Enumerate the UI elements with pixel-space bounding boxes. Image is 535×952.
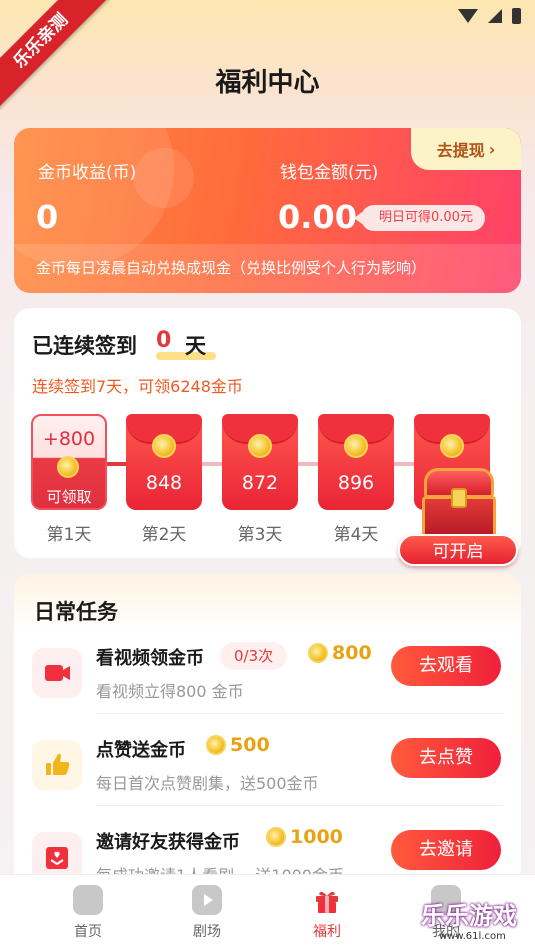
lock-icon: [451, 488, 467, 508]
nav-welfare[interactable]: 福利: [287, 885, 367, 941]
reward-value: 500: [230, 734, 270, 756]
task-name: 邀请好友获得金币: [96, 832, 240, 853]
tomorrow-badge: 明日可得0.00元: [354, 205, 485, 231]
signal-icon: [488, 9, 502, 23]
task-reward: 1000: [266, 826, 343, 848]
coin-icon: [266, 827, 286, 847]
claim-label: 可领取: [46, 488, 92, 506]
like-button[interactable]: 去点赞: [391, 738, 501, 778]
play-icon: [192, 885, 222, 915]
coin-income-value: 0: [36, 198, 59, 236]
battery-icon: [512, 8, 521, 24]
video-icon: [32, 648, 82, 698]
task-row: 点赞送金币 500 每日首次点赞剧集，送500金币 去点赞: [14, 714, 521, 806]
envelope-value: 872: [241, 472, 279, 494]
invite-button[interactable]: 去邀请: [391, 830, 501, 870]
coin-card: 去提现 › 金币收益(币) 0 钱包金额(元) 0.00 明日可得0.00元 金…: [14, 128, 521, 293]
task-desc: 每日首次点赞剧集，送500金币: [96, 774, 319, 793]
watermark-url: www.61l.com: [439, 931, 506, 942]
task-reward: 800: [308, 642, 372, 664]
coin-icon: [344, 434, 368, 458]
nav-home[interactable]: 首页: [48, 885, 128, 941]
watch-button[interactable]: 去观看: [391, 646, 501, 686]
envelope-day-2[interactable]: 848: [126, 414, 202, 510]
envelope-value: 848: [145, 472, 183, 494]
wallet-label: 钱包金额(元): [280, 163, 379, 183]
open-chest-button[interactable]: 可开启: [398, 534, 518, 566]
watermark-text: 乐乐游戏: [421, 902, 517, 930]
coin-icon: [248, 434, 272, 458]
gift-icon: [312, 885, 342, 915]
task-row: 邀请好友获得金币 1000 每成功邀请1人看剧， 送1000金币 去邀请: [14, 806, 521, 884]
task-count-badge: 0/3次: [220, 642, 288, 670]
daily-tasks-card: 日常任务 看视频领金币 0/3次 800 看视频立得800 金币 去观看 点赞送…: [14, 574, 521, 884]
checkin-days: 0: [156, 328, 172, 353]
nav-theater[interactable]: 剧场: [167, 885, 247, 941]
envelope-day-4[interactable]: 896: [318, 414, 394, 510]
day-label: 第4天: [333, 525, 379, 545]
decor-bubble: [134, 148, 194, 208]
coin-icon: [57, 456, 79, 478]
task-row: 看视频领金币 0/3次 800 看视频立得800 金币 去观看: [14, 622, 521, 714]
coin-icon: [152, 434, 176, 458]
coin-icon: [206, 735, 226, 755]
reward-value: 1000: [290, 826, 343, 848]
wallet-value: 0.00: [278, 198, 357, 236]
checkin-unit: 天: [185, 334, 206, 358]
envelope-value: 896: [337, 472, 375, 494]
checkin-card: 已连续签到 0 天 连续签到7天，可领6248金币 +800 可领取 848 8…: [14, 308, 521, 566]
chevron-right-icon: ›: [488, 139, 496, 159]
coin-icon: [440, 434, 464, 458]
reward-value: 800: [332, 642, 372, 664]
checkin-title: 已连续签到: [32, 334, 137, 358]
envelope-day-1[interactable]: +800 可领取: [31, 414, 107, 510]
coin-income-label: 金币收益(币): [38, 163, 137, 183]
task-desc: 看视频立得800 金币: [96, 682, 244, 701]
nav-label: 福利: [313, 924, 341, 940]
envelope-day-3[interactable]: 872: [222, 414, 298, 510]
corner-ribbon: 乐乐亲测: [0, 0, 110, 110]
task-name: 点赞送金币: [96, 740, 186, 761]
thumbs-up-icon: [32, 740, 82, 790]
nav-label: 首页: [74, 924, 102, 940]
ribbon-label: 乐乐亲测: [0, 0, 110, 110]
day-label: 第2天: [141, 525, 187, 545]
coin-icon: [308, 643, 328, 663]
withdraw-button[interactable]: 去提现 ›: [411, 128, 521, 170]
home-icon: [73, 885, 103, 915]
wifi-icon: [458, 9, 478, 23]
nav-label: 剧场: [193, 924, 221, 940]
day-label: 第1天: [46, 525, 92, 545]
withdraw-label: 去提现: [436, 141, 485, 160]
treasure-chest-icon[interactable]: [418, 468, 500, 540]
envelope-plus: +800: [42, 428, 96, 450]
task-name: 看视频领金币: [96, 648, 204, 669]
exchange-note: 金币每日凌晨自动兑换成现金（兑换比例受个人行为影响）: [14, 244, 521, 293]
watermark: 乐乐游戏 www.61l.com: [421, 896, 531, 952]
task-reward: 500: [206, 734, 270, 756]
day-label: 第3天: [237, 525, 283, 545]
checkin-subtitle: 连续签到7天，可领6248金币: [32, 377, 243, 396]
